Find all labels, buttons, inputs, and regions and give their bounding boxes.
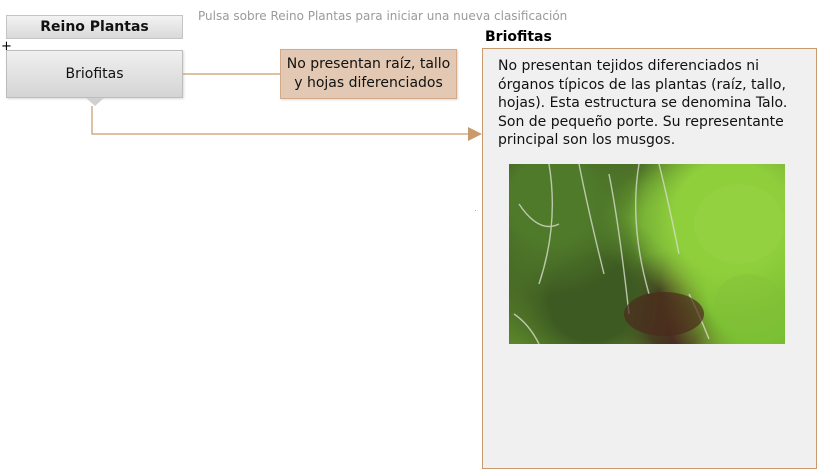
arrow-right-icon — [468, 127, 482, 141]
moss-texture — [513, 164, 784, 344]
stray-dot — [475, 210, 476, 211]
characteristic-box: No presentan raíz, tallo y hojas diferen… — [280, 49, 457, 99]
panel-title: Briofitas — [485, 29, 552, 45]
info-panel: No presentan tejidos diferenciados ni ór… — [482, 48, 817, 469]
moss-image — [509, 164, 785, 344]
connector-to-panel — [91, 106, 470, 135]
panel-description: No presentan tejidos diferenciados ni ór… — [498, 58, 788, 148]
